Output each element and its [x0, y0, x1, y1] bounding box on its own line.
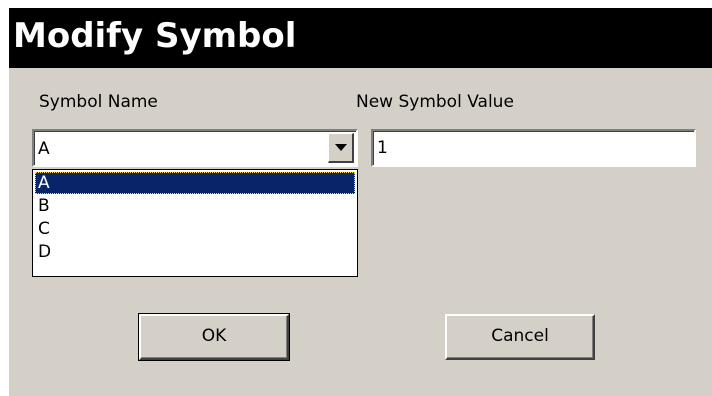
dialog-title: Modify Symbol	[13, 16, 297, 56]
dropdown-option-d[interactable]: D	[35, 241, 355, 263]
dropdown-button[interactable]	[328, 133, 354, 163]
cancel-button[interactable]: Cancel	[445, 314, 595, 360]
new-symbol-value-input[interactable]	[371, 129, 696, 167]
symbol-name-selected-value: A	[38, 139, 50, 159]
ok-button[interactable]: OK	[138, 313, 290, 361]
chevron-down-icon	[335, 144, 347, 151]
dropdown-option-c[interactable]: C	[35, 218, 355, 240]
dropdown-option-b[interactable]: B	[35, 195, 355, 217]
title-bar: Modify Symbol	[9, 8, 712, 68]
symbol-name-dropdown-list: A B C D	[32, 169, 358, 277]
modify-symbol-dialog: Modify Symbol Symbol Name New Symbol Val…	[9, 8, 712, 396]
dropdown-option-a[interactable]: A	[35, 172, 355, 194]
symbol-name-combobox[interactable]: A	[32, 129, 358, 167]
new-symbol-value-label: New Symbol Value	[356, 92, 514, 112]
symbol-name-label: Symbol Name	[39, 92, 158, 112]
